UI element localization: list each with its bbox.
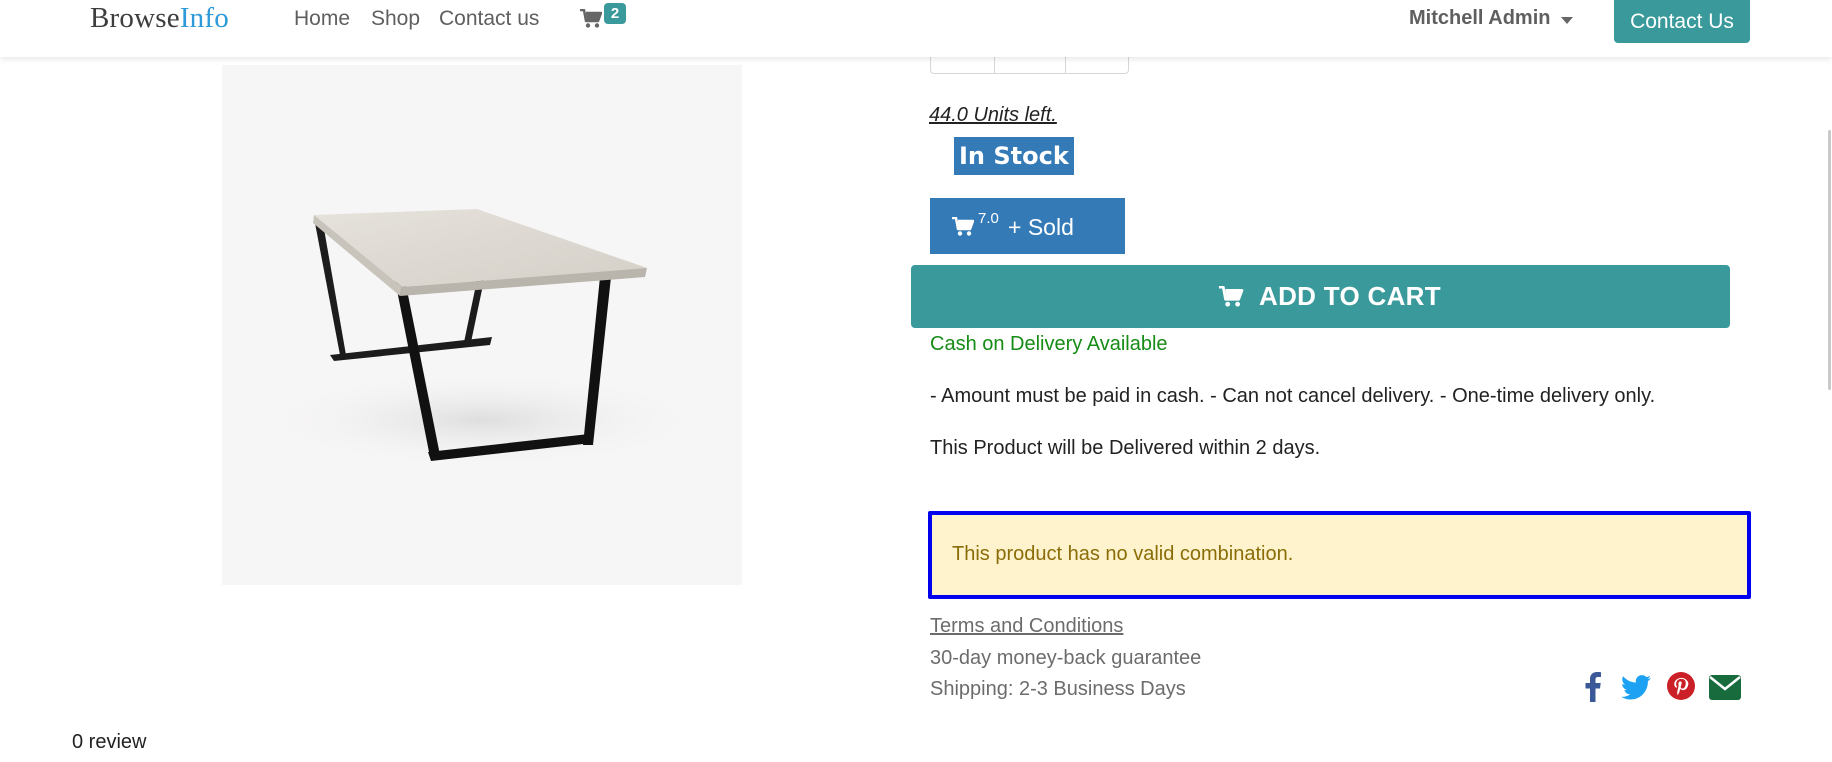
top-navbar: BrowseInfo Home Shop Contact us 2 Mitche… (0, 0, 1832, 57)
sold-count-button[interactable]: 7.0 + Sold (930, 198, 1125, 254)
brand-logo[interactable]: BrowseInfo (90, 2, 229, 35)
product-image (222, 65, 742, 585)
add-to-cart-label: ADD TO CART (1259, 281, 1441, 311)
terms-and-conditions-link[interactable]: Terms and Conditions (930, 615, 1123, 638)
nav-contact-us[interactable]: Contact us (439, 7, 539, 31)
add-to-cart-button[interactable]: ADD TO CART (911, 265, 1730, 328)
cod-available-text: Cash on Delivery Available (930, 333, 1168, 355)
user-menu[interactable]: Mitchell Admin (1409, 7, 1550, 30)
cart-count-badge: 2 (604, 3, 626, 24)
cart-icon (580, 9, 602, 28)
chevron-down-icon[interactable] (1561, 17, 1573, 24)
scrollbar[interactable] (1828, 130, 1831, 390)
cart-icon (1218, 286, 1244, 307)
sold-label: + Sold (1008, 214, 1074, 240)
cod-terms-text: - Amount must be paid in cash. - Can not… (930, 385, 1656, 407)
alert-message: This product has no valid combination. (952, 543, 1294, 565)
stock-status-badge: In Stock (954, 137, 1074, 175)
brand-name-part2: Info (179, 2, 229, 34)
contact-us-button[interactable]: Contact Us (1614, 0, 1750, 43)
units-left-text: 44.0 Units left. (929, 104, 1057, 126)
sold-count: 7.0 (978, 210, 999, 227)
combination-warning-alert: This product has no valid combination. (928, 511, 1751, 599)
delivery-info-text: This Product will be Delivered within 2 … (930, 437, 1321, 459)
cart-icon (952, 217, 974, 236)
facebook-icon[interactable] (1585, 672, 1601, 707)
twitter-icon[interactable] (1621, 675, 1651, 705)
table-product-image (252, 209, 712, 470)
brand-name-part1: Browse (90, 2, 180, 34)
pinterest-icon[interactable] (1667, 672, 1695, 705)
review-count[interactable]: 0 review (72, 731, 146, 754)
cart-link[interactable]: 2 (580, 2, 630, 36)
shipping-text: Shipping: 2-3 Business Days (930, 678, 1186, 700)
guarantee-text: 30-day money-back guarantee (930, 647, 1202, 669)
nav-home[interactable]: Home (294, 7, 350, 31)
nav-shop[interactable]: Shop (371, 7, 420, 31)
email-icon[interactable] (1709, 675, 1741, 705)
